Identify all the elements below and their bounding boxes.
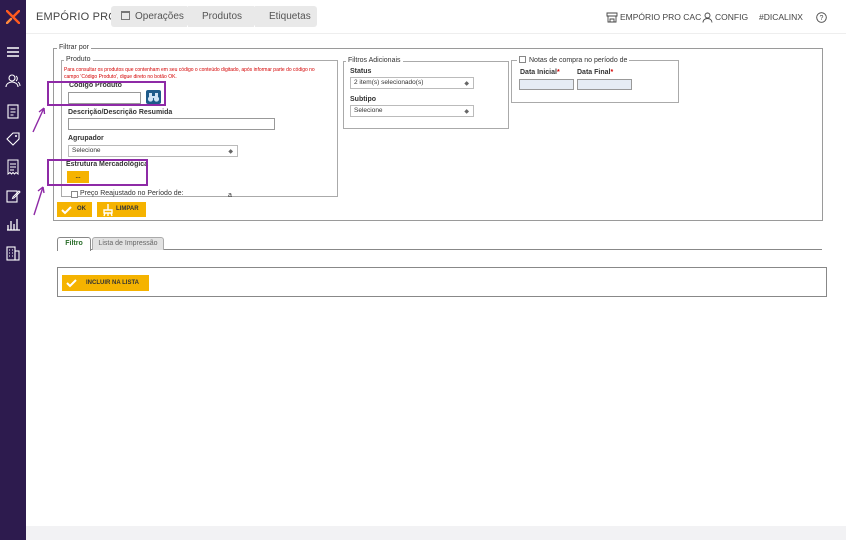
highlight-codigo-produto: [47, 81, 166, 106]
sidebar: [0, 0, 26, 540]
help-button[interactable]: ?: [816, 12, 829, 23]
app-title: EMPÓRIO PRO: [36, 11, 118, 23]
tab-lista-impressao[interactable]: Lista de Impressão: [92, 237, 164, 250]
status-label: Status: [350, 68, 372, 75]
building-icon[interactable]: [5, 245, 21, 261]
config-link[interactable]: CONFIG: [702, 12, 748, 23]
descricao-label: Descrição/Descrição Resumida: [68, 109, 173, 116]
menu-icon[interactable]: [5, 44, 21, 60]
store-icon: [606, 12, 618, 23]
clipboard-icon[interactable]: [5, 103, 21, 119]
bar-chart-icon[interactable]: [5, 216, 21, 232]
annotation-arrow-1: [32, 107, 46, 133]
check-icon: [61, 206, 72, 215]
tabs-divider: [57, 249, 822, 250]
top-bar: EMPÓRIO PRO Operações Produtos Etiquetas…: [26, 0, 846, 34]
linx-logo-icon[interactable]: [5, 9, 21, 25]
user-icon: [702, 12, 713, 23]
help-icon: ?: [816, 12, 827, 23]
highlight-estrutura: [47, 159, 148, 186]
footer-bar: [26, 526, 846, 540]
select-arrow-icon: ◆: [464, 81, 469, 87]
select-arrow-icon: ◆: [464, 109, 469, 115]
data-final-input[interactable]: [577, 79, 632, 90]
annotation-arrow-2: [33, 186, 45, 216]
produto-note: Para consultar os produtos que contenham…: [64, 67, 315, 80]
subtipo-label: Subtipo: [350, 96, 377, 103]
subtipo-select[interactable]: Selecione ◆: [350, 105, 474, 117]
data-final-label: Data Final*: [577, 69, 614, 76]
check-icon: [66, 279, 77, 288]
preco-reajustado-label: Preço Reajustado no Período de:: [80, 190, 184, 197]
calendar-icon: [121, 11, 130, 20]
incluir-na-lista-button[interactable]: INCLUIR NA LISTA: [62, 275, 149, 291]
produto-legend: Produto: [64, 56, 93, 63]
breadcrumb-etiquetas[interactable]: Etiquetas: [255, 6, 317, 27]
ok-button[interactable]: OK: [57, 202, 92, 217]
limpar-button[interactable]: LIMPAR: [97, 202, 146, 217]
svg-text:?: ?: [820, 15, 824, 22]
preco-reajustado-checkbox[interactable]: [71, 191, 78, 198]
tag-icon[interactable]: [5, 131, 21, 147]
notas-checkbox[interactable]: [519, 56, 526, 63]
agrupador-label: Agrupador: [68, 135, 104, 142]
select-arrow-icon: ◆: [228, 149, 233, 155]
notas-legend: Notas de compra no período de: [517, 56, 630, 64]
preco-range-separator: a: [228, 192, 232, 199]
data-inicial-input[interactable]: [519, 79, 574, 90]
tab-filtro[interactable]: Filtro: [57, 237, 91, 251]
edit-document-icon[interactable]: [5, 188, 21, 204]
status-select[interactable]: 2 item(s) selecionado(s) ◆: [350, 77, 474, 89]
filtros-adicionais-legend: Filtros Adicionais: [346, 57, 403, 64]
agrupador-select[interactable]: Selecione ◆: [68, 145, 238, 157]
filter-legend: Filtrar por: [57, 44, 91, 51]
data-inicial-label: Data Inicial*: [520, 69, 560, 76]
breadcrumb-produtos[interactable]: Produtos: [188, 6, 254, 27]
include-panel: [57, 267, 827, 297]
users-icon[interactable]: [5, 73, 21, 89]
receipt-icon[interactable]: [5, 159, 21, 175]
descricao-input[interactable]: [68, 118, 275, 130]
broom-icon: [103, 204, 113, 217]
breadcrumb-operacoes[interactable]: Operações: [111, 6, 187, 27]
store-selector[interactable]: EMPÓRIO PRO CAC: [606, 12, 701, 23]
dicalinx-link[interactable]: #DICALINX: [759, 12, 803, 22]
